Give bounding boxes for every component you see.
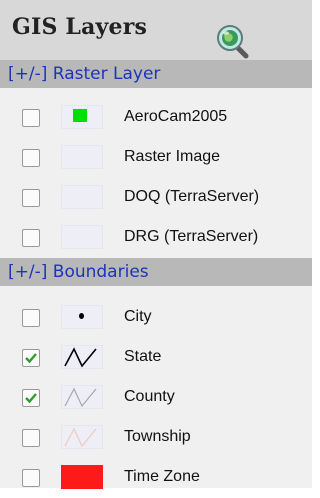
layer-swatch-black-line	[61, 345, 103, 369]
section-header-raster-layer[interactable]: [+/-] Raster Layer	[0, 60, 312, 88]
light-red-line-icon	[64, 427, 97, 448]
section-header-boundaries[interactable]: [+/-] Boundaries	[0, 258, 312, 286]
panel-header: GIS Layers	[0, 0, 312, 60]
layer-swatch-blank	[61, 225, 103, 249]
layer-swatch-dot	[61, 305, 103, 329]
layer-checkbox[interactable]	[22, 109, 40, 127]
layer-checkbox[interactable]	[22, 309, 40, 327]
layer-label: County	[124, 388, 175, 405]
layer-row-time-zone: Time Zone	[0, 458, 312, 498]
layer-row-county: County	[0, 378, 312, 418]
gis-layers-panel: GIS Layers [+/-] Raster Layer AeroCam200…	[0, 0, 312, 489]
layer-checkbox[interactable]	[22, 469, 40, 487]
layer-checkbox[interactable]	[22, 149, 40, 167]
layer-row-drg-terraserver: DRG (TerraServer)	[0, 218, 312, 258]
section-title: Raster Layer	[52, 64, 161, 84]
layer-label: Township	[124, 428, 191, 445]
layer-row-township: Township	[0, 418, 312, 458]
layer-row-doq-terraserver: DOQ (TerraServer)	[0, 178, 312, 218]
green-square-icon	[73, 109, 87, 122]
layer-label: State	[124, 348, 162, 365]
black-line-icon	[64, 347, 97, 368]
layer-row-aerocam2005: AeroCam2005	[0, 98, 312, 138]
layer-checkbox-checked[interactable]	[22, 389, 40, 407]
panel-title: GIS Layers	[12, 14, 148, 40]
layer-swatch-light-red-line	[61, 425, 103, 449]
magnifier-globe-icon[interactable]	[214, 23, 252, 59]
layer-label: DOQ (TerraServer)	[124, 188, 260, 205]
layer-label: Raster Image	[124, 148, 221, 165]
section-toggle[interactable]: [+/-]	[8, 64, 53, 84]
layer-row-state: State	[0, 338, 312, 378]
layer-checkbox-checked[interactable]	[22, 349, 40, 367]
layer-checkbox[interactable]	[22, 189, 40, 207]
gray-line-icon	[64, 387, 97, 408]
layer-row-city: City	[0, 298, 312, 338]
layer-checkbox[interactable]	[22, 229, 40, 247]
dot-icon	[79, 313, 84, 319]
layer-checkbox[interactable]	[22, 429, 40, 447]
layer-label: AeroCam2005	[124, 108, 228, 125]
layer-label: City	[124, 308, 152, 325]
section-toggle[interactable]: [+/-]	[8, 262, 53, 282]
layer-swatch-green-square	[61, 105, 103, 129]
layer-swatch-gray-line	[61, 385, 103, 409]
checkmark-icon	[25, 393, 37, 404]
layer-label: Time Zone	[124, 468, 200, 485]
layer-swatch-blank	[61, 185, 103, 209]
checkmark-icon	[25, 353, 37, 364]
layer-swatch-blank	[61, 145, 103, 169]
section-title: Boundaries	[52, 262, 149, 282]
layer-row-raster-image: Raster Image	[0, 138, 312, 178]
layer-label: DRG (TerraServer)	[124, 228, 259, 245]
layer-swatch-red-fill	[61, 465, 103, 489]
